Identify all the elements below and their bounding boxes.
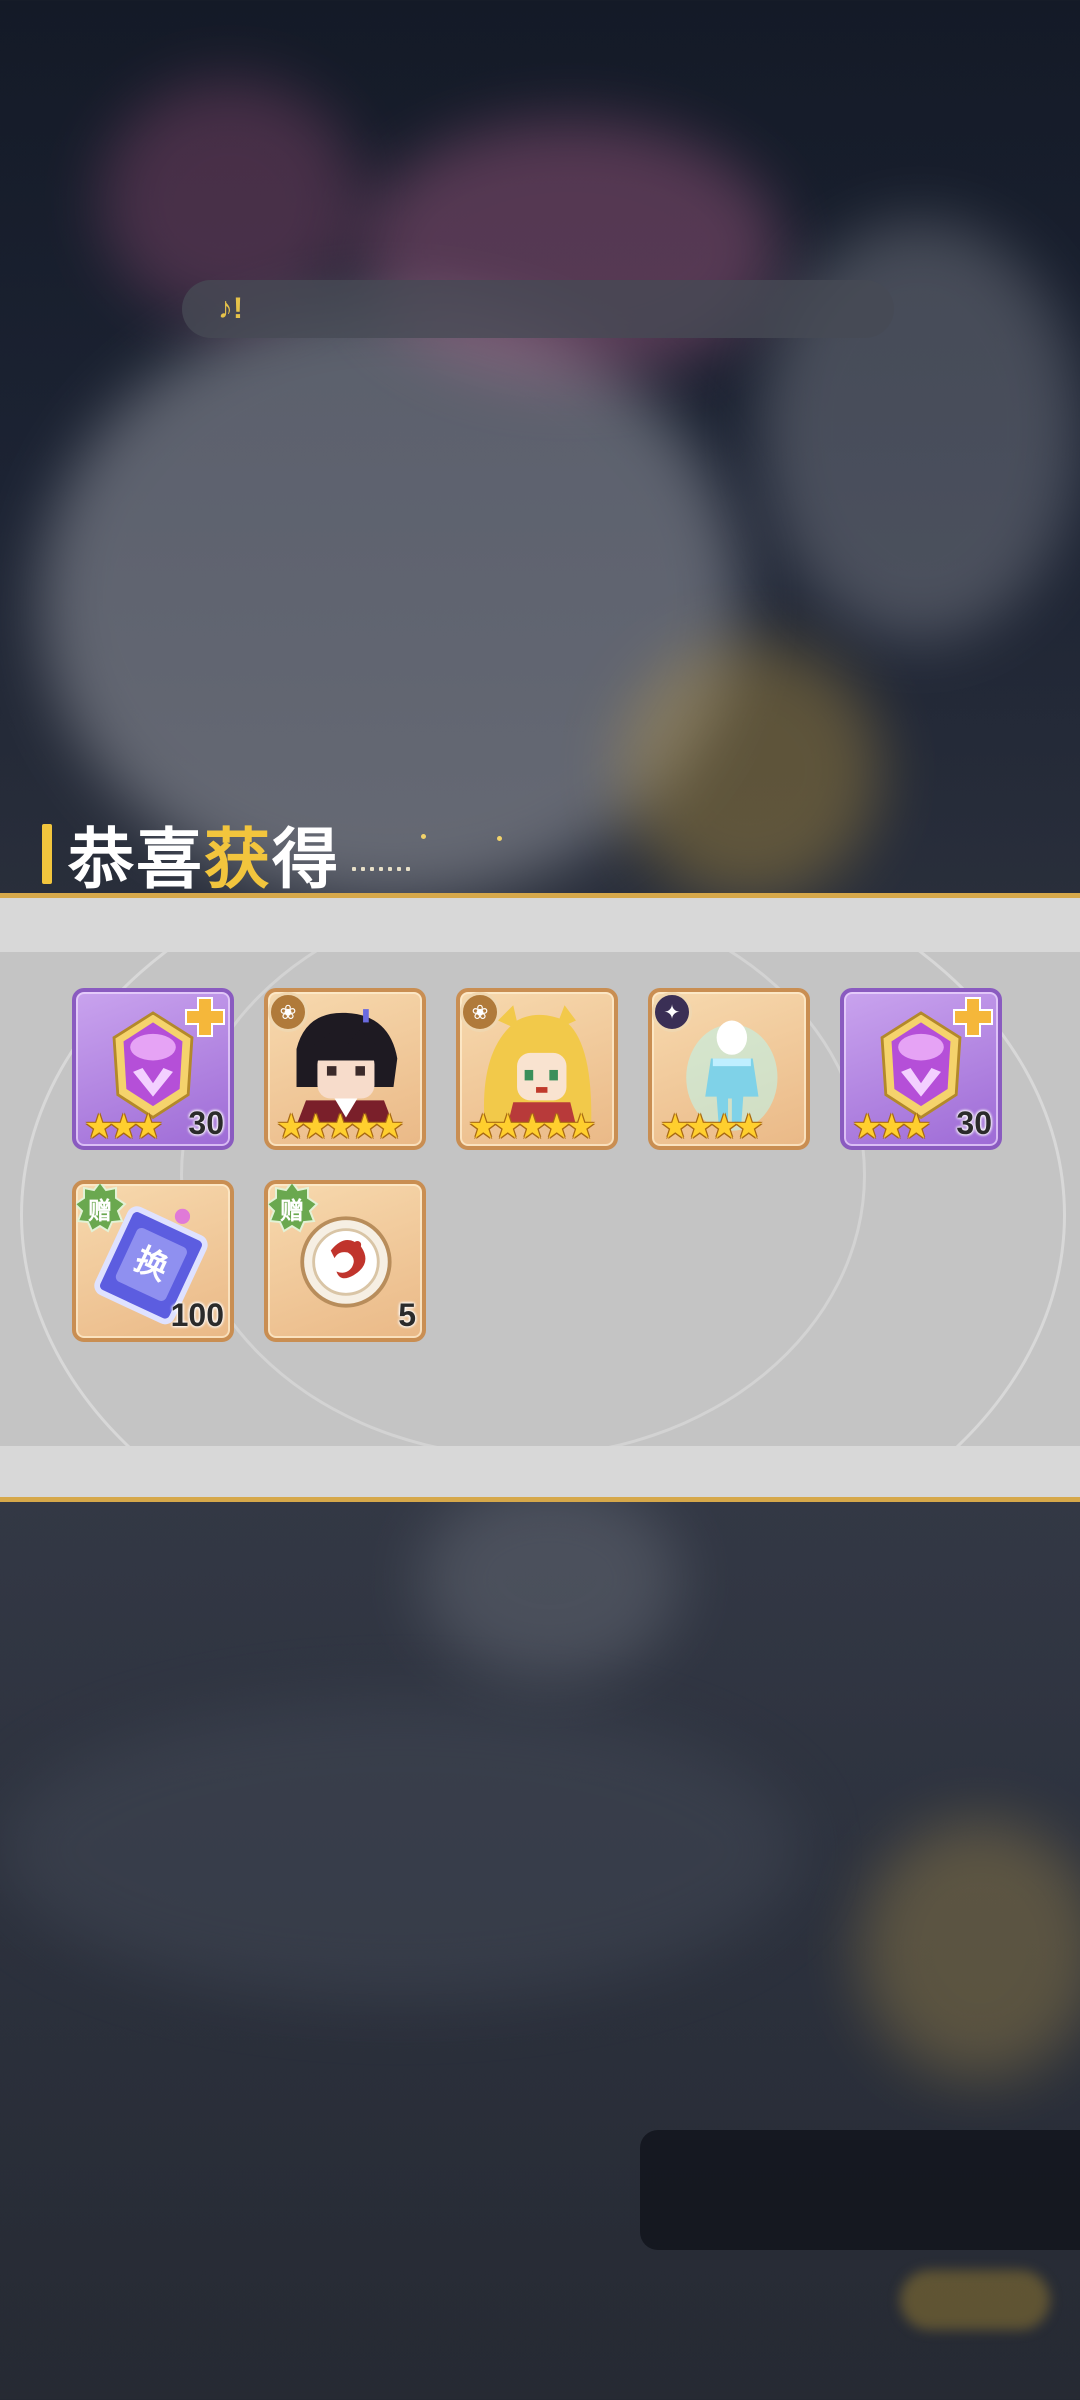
- star-rating: ★ ★ ★ ★: [660, 1110, 764, 1144]
- item-count: 30: [956, 1105, 992, 1141]
- reward-item-heroine[interactable]: ❀ ★ ★ ★ ★ ★: [456, 988, 618, 1150]
- sparkle-icon: [497, 836, 502, 841]
- background-art: [620, 640, 880, 900]
- reward-item-exchange-ticket[interactable]: 换 赠 100: [72, 1180, 234, 1342]
- gift-badge: 赠: [268, 1184, 322, 1238]
- toast-message: ♪!: [182, 280, 894, 338]
- background-art: [420, 1480, 680, 1680]
- reward-item-hero[interactable]: ❀ ★ ★ ★ ★ ★: [264, 988, 426, 1150]
- reward-item-spirit[interactable]: ✦ ★ ★ ★ ★: [648, 988, 810, 1150]
- upgrade-icon: [185, 997, 225, 1037]
- background-art: [360, 120, 780, 380]
- star-rating: ★ ★ ★: [852, 1110, 931, 1144]
- class-badge-icon: ✦: [652, 992, 692, 1032]
- star-rating: ★ ★ ★: [84, 1110, 163, 1144]
- upgrade-icon: [953, 997, 993, 1037]
- star-icon: ★: [373, 1108, 405, 1146]
- reward-title: 恭喜获得: [42, 818, 410, 896]
- star-rating: ★ ★ ★ ★ ★: [468, 1110, 596, 1144]
- background-button-blur: [900, 2270, 1050, 2330]
- reward-band-top: [0, 893, 1080, 953]
- toast-text: ♪!: [218, 292, 243, 325]
- star-rating: ★ ★ ★ ★ ★: [276, 1110, 404, 1144]
- title-decoration: [352, 867, 410, 871]
- class-badge-icon: ❀: [460, 992, 500, 1032]
- star-icon: ★: [733, 1108, 764, 1146]
- title-accent-bar: [42, 824, 52, 884]
- reward-item-dragon-token[interactable]: 赠 5: [264, 1180, 426, 1342]
- reward-item-helmet[interactable]: ★ ★ ★ 30: [72, 988, 234, 1150]
- reward-band-bottom: [0, 1446, 1080, 1502]
- background-art: [860, 1820, 1080, 2080]
- item-count: 100: [170, 1297, 224, 1333]
- star-icon: ★: [565, 1108, 597, 1146]
- sparkle-icon: [421, 834, 426, 839]
- reward-item-helmet[interactable]: ★ ★ ★ 30: [840, 988, 1002, 1150]
- background-panel: [640, 2130, 1080, 2250]
- gift-badge: 赠: [76, 1184, 130, 1238]
- background-art: [0, 1700, 800, 2000]
- star-icon: ★: [900, 1108, 932, 1146]
- class-badge-icon: ❀: [268, 992, 308, 1032]
- page-title: 恭喜获得: [68, 822, 340, 896]
- item-count: 5: [398, 1297, 416, 1333]
- star-icon: ★: [132, 1108, 164, 1146]
- item-count: 30: [188, 1105, 224, 1141]
